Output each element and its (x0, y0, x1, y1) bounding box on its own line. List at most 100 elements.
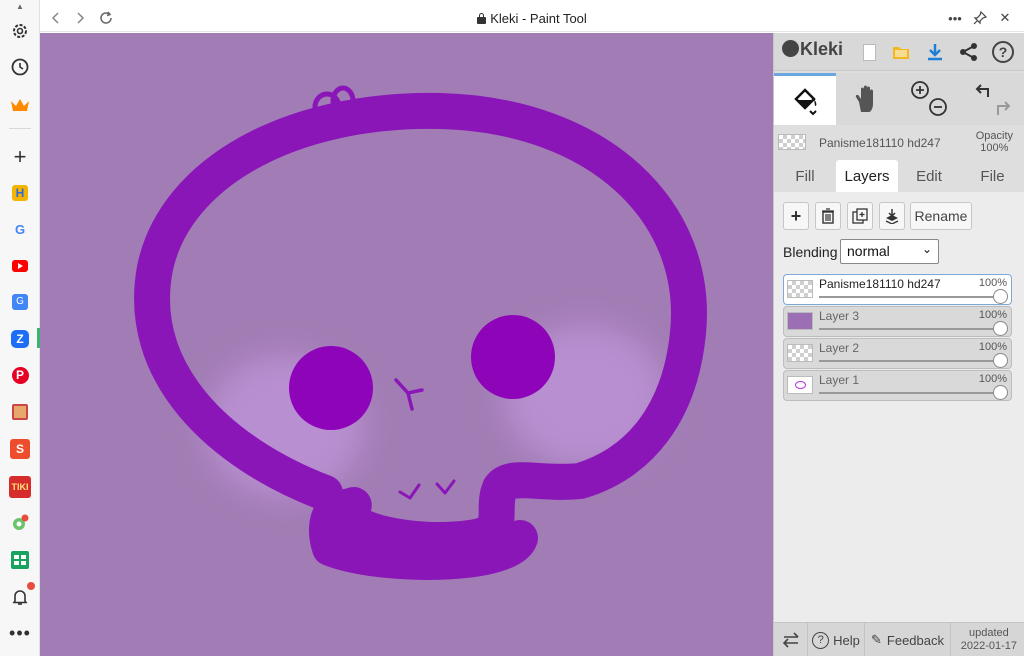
layer-opacity-slider[interactable] (819, 360, 999, 362)
share-icon[interactable] (956, 39, 982, 65)
paint-bucket-tool[interactable] (774, 73, 836, 125)
layer-row[interactable]: Panisme181110 hd247 100% (783, 274, 1012, 305)
panel-footer: ? Help ✎ Feedback updated 2022-01-17 (774, 622, 1024, 656)
folder-icon[interactable] (888, 39, 914, 65)
hand-tool[interactable] (836, 73, 898, 125)
add-layer-button[interactable]: + (783, 202, 809, 230)
feedback-icon: ✎ (871, 632, 882, 647)
browser-sidebar: ▲ + H G G Z P S TIKI ••• (0, 0, 40, 656)
tab-layers[interactable]: Layers (836, 160, 898, 192)
zoom-tool[interactable] (898, 73, 960, 125)
swap-side-button[interactable] (774, 623, 808, 656)
undo-icon[interactable] (975, 84, 989, 97)
shop-icon[interactable] (8, 400, 32, 424)
sidebar-collapse-icon[interactable]: ▲ (16, 2, 24, 11)
plus-icon: + (790, 205, 802, 226)
feedback-button[interactable]: ✎ Feedback (865, 623, 951, 656)
layer-name: Layer 3 (819, 309, 860, 323)
kleki-logo-icon (782, 40, 799, 57)
slider-knob[interactable] (993, 289, 1008, 304)
feedback-label: Feedback (886, 632, 944, 648)
sidebar-divider (9, 128, 31, 129)
layer-opacity: 100% (978, 309, 1007, 321)
drawing-canvas[interactable] (40, 33, 773, 656)
layer-name: Layer 1 (819, 373, 860, 387)
pinterest-icon[interactable]: P (8, 363, 32, 387)
shopee-icon[interactable]: S (8, 437, 32, 461)
layer-opacity: 100% (978, 277, 1007, 289)
slider-knob[interactable] (993, 321, 1008, 336)
notification-badge (27, 582, 35, 590)
duplicate-layer-button[interactable] (847, 202, 873, 230)
current-layer-thumb (778, 134, 806, 150)
tab-edit[interactable]: Edit (898, 160, 960, 192)
slider-knob[interactable] (993, 353, 1008, 368)
layer-thumb (787, 376, 813, 394)
layer-row[interactable]: Layer 3 100% (783, 306, 1012, 337)
swap-icon (782, 632, 799, 648)
current-layer-opacity[interactable]: Opacity 100% (976, 130, 1013, 154)
layer-row[interactable]: Layer 1 100% (783, 370, 1012, 401)
window-title: Kleki - Paint Tool (40, 11, 1024, 26)
updated-date: 2022-01-17 (960, 640, 1017, 652)
layer-opacity-slider[interactable] (819, 392, 999, 394)
left-eye (289, 346, 373, 430)
more-icon[interactable]: ••• (8, 621, 32, 645)
mouth (398, 479, 456, 500)
tab-fill[interactable]: Fill (774, 160, 836, 192)
layer-opacity-slider[interactable] (819, 296, 999, 298)
crown-icon[interactable] (8, 93, 32, 117)
kleki-logo: Kleki (782, 39, 843, 60)
help-button[interactable]: ? Help (808, 623, 865, 656)
tiki-icon[interactable]: TIKI (8, 475, 32, 499)
add-icon[interactable]: + (8, 144, 32, 169)
opacity-value: 100% (980, 142, 1009, 154)
panel-tabs: Fill Layers Edit File (774, 160, 1024, 192)
hometown-app-icon[interactable]: H (8, 181, 32, 205)
layer-thumb (787, 312, 813, 330)
trash-icon (822, 208, 834, 224)
merge-layer-button[interactable] (879, 202, 905, 230)
chevron-down-icon: ⌄ (921, 242, 932, 256)
merge-down-icon (885, 209, 899, 224)
blending-value: normal (847, 243, 890, 259)
settings-icon[interactable] (8, 19, 32, 43)
lock-icon (477, 13, 487, 24)
sheets-icon[interactable] (8, 548, 32, 572)
youtube-icon[interactable] (8, 254, 32, 278)
download-icon[interactable] (922, 39, 948, 65)
zalo-icon[interactable]: Z (8, 327, 32, 351)
help-icon: ? (812, 631, 830, 649)
delete-layer-button[interactable] (815, 202, 841, 230)
current-layer-name: Panisme181110 hd247 (819, 136, 941, 150)
zoom-in-icon[interactable] (911, 81, 929, 99)
hand-icon (855, 85, 873, 112)
help-icon[interactable]: ? (990, 39, 1016, 65)
layer-thumb (787, 344, 813, 362)
new-file-icon[interactable] (856, 39, 882, 65)
pin-icon[interactable] (970, 8, 990, 28)
zoom-out-icon[interactable] (929, 98, 947, 116)
kleki-logo-text: Kleki (800, 39, 844, 59)
google-icon[interactable]: G (8, 218, 32, 242)
layer-opacity-slider[interactable] (819, 328, 999, 330)
layer-row[interactable]: Layer 2 100% (783, 338, 1012, 369)
screen: ▲ + H G G Z P S TIKI ••• Kleki - Paint T… (0, 0, 1024, 656)
blending-select[interactable]: normal ⌄ (840, 239, 939, 264)
slider-knob[interactable] (993, 385, 1008, 400)
close-icon[interactable]: ✕ (995, 8, 1015, 28)
kleki-panel: Kleki ? Panisme181110 hd247 Opacity 100%… (773, 33, 1024, 656)
tab-file[interactable]: File (960, 160, 1024, 192)
updated-label: updated (968, 627, 1009, 639)
undo-redo (960, 73, 1024, 125)
lollipop-icon[interactable] (8, 511, 32, 535)
rename-layer-button[interactable]: Rename (910, 202, 972, 230)
google-translate-icon[interactable]: G (8, 290, 32, 314)
help-label: Help (833, 632, 860, 648)
more-icon[interactable]: ••• (945, 8, 965, 28)
blending-label: Blending (783, 244, 838, 260)
history-icon[interactable] (8, 55, 32, 79)
current-layer-info: Panisme181110 hd247 Opacity 100% (774, 127, 1024, 157)
browser-titlebar: Kleki - Paint Tool ••• ✕ (40, 4, 1024, 32)
redo-icon[interactable] (996, 101, 1010, 115)
